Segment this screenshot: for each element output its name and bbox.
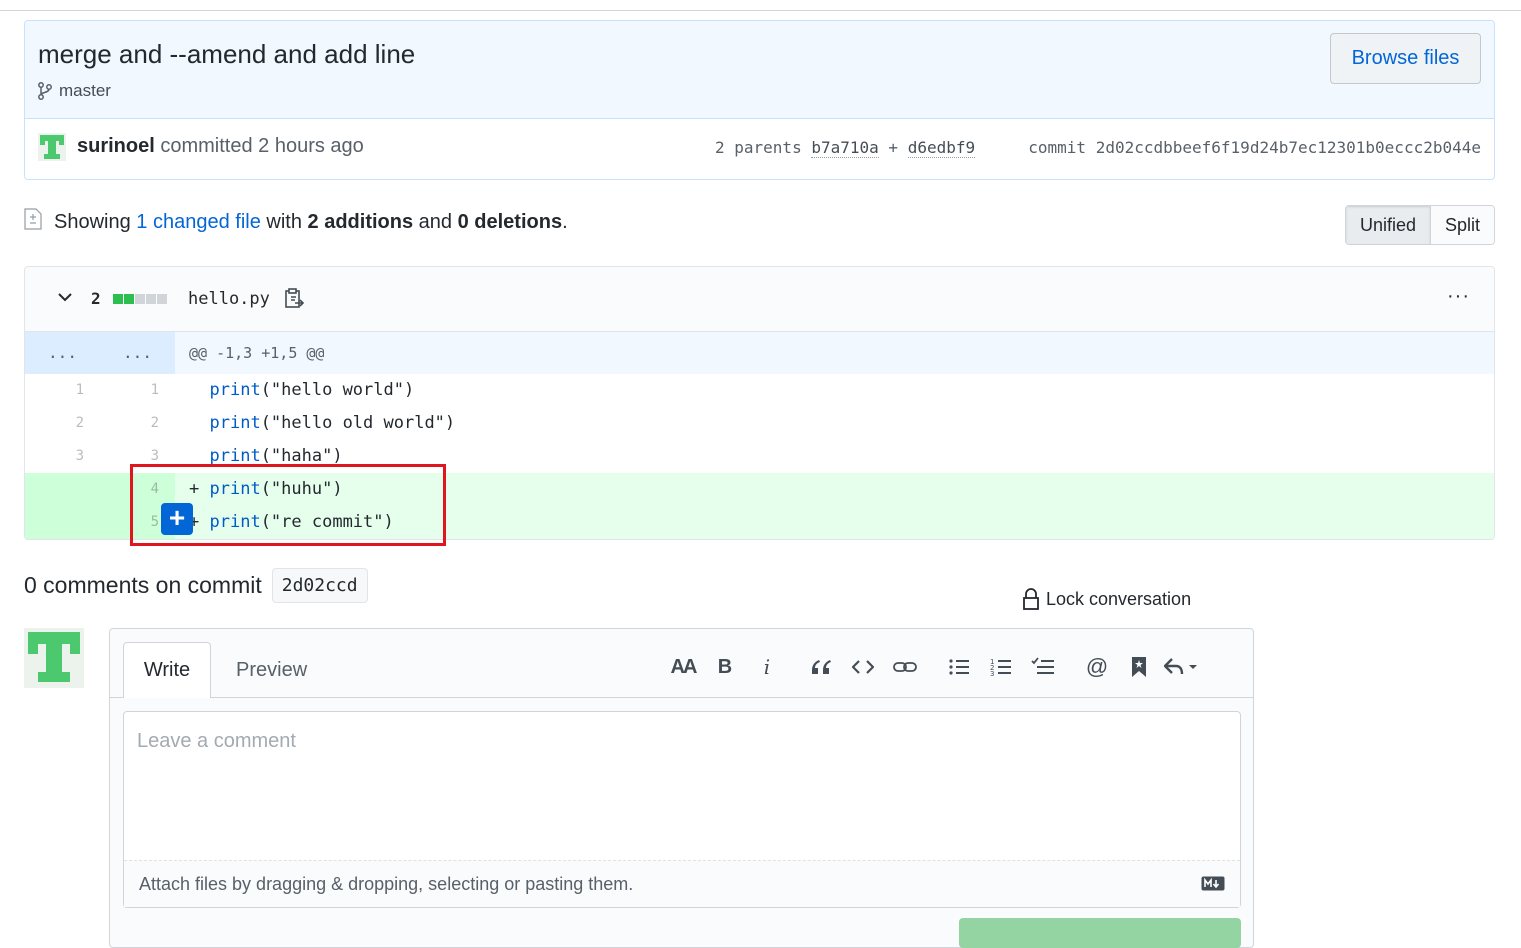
- file-change-count: 2: [91, 289, 101, 308]
- code-fn: print: [209, 446, 261, 466]
- parent-sha-1[interactable]: b7a710a: [811, 138, 879, 158]
- bold-icon[interactable]: B: [704, 649, 746, 685]
- additions-count: 2 additions: [307, 211, 414, 233]
- commit-sha-value: 2d02ccdbbeef6f19d24b7ec12301b0eccc2b044e: [1095, 138, 1481, 157]
- old-line-number[interactable]: 2: [25, 407, 100, 440]
- code-args: ("hello old world"): [260, 413, 456, 433]
- saved-reply-icon[interactable]: [1118, 649, 1160, 685]
- mention-icon[interactable]: @: [1076, 649, 1118, 685]
- old-line-number[interactable]: [25, 506, 100, 539]
- heading-icon[interactable]: AA: [662, 649, 704, 685]
- lock-conversation-label: Lock conversation: [1046, 588, 1192, 609]
- code-fn: print: [209, 380, 261, 400]
- parents-label: 2 parents: [715, 138, 802, 157]
- more-options-icon[interactable]: ···: [1447, 285, 1470, 308]
- comment-textarea-wrap: Attach files by dragging & dropping, sel…: [123, 711, 1241, 908]
- comment-editor: Write Preview AA B i 123 @ Leave a comme…: [109, 628, 1254, 948]
- diffstat-bar: [113, 294, 167, 304]
- commit-meta: surinoel committed 2 hours ago 2 parents…: [25, 119, 1494, 179]
- committed-time: committed 2 hours ago: [160, 135, 364, 157]
- author-avatar[interactable]: [38, 133, 66, 161]
- branch-name: master: [59, 81, 111, 100]
- diff-line: 2 2 print("hello old world"): [25, 407, 1494, 440]
- author-line: surinoel committed 2 hours ago: [77, 135, 364, 158]
- comments-heading: 0 comments on commit 2d02ccd: [24, 568, 368, 603]
- diff-prefix: [189, 380, 199, 400]
- lock-conversation-button[interactable]: Lock conversation: [1022, 588, 1191, 610]
- old-line-number[interactable]: [25, 473, 100, 506]
- tab-preview[interactable]: Preview: [236, 642, 307, 698]
- commit-short-sha: 2d02ccd: [271, 568, 368, 603]
- comments-count-text: 0 comments on commit: [24, 572, 262, 598]
- tab-write[interactable]: Write: [123, 642, 211, 698]
- commit-header: merge and --amend and add line master Br…: [24, 20, 1495, 180]
- code-icon[interactable]: [842, 649, 884, 685]
- new-line-number[interactable]: 2: [100, 407, 175, 440]
- commit-sha: commit 2d02ccdbbeef6f19d24b7ec12301b0ecc…: [1028, 138, 1481, 157]
- attach-files-text: Attach files by dragging & dropping, sel…: [139, 874, 634, 894]
- old-line-number[interactable]: 1: [25, 374, 100, 407]
- code-args: ("hello world"): [260, 380, 415, 400]
- old-line-number[interactable]: 3: [25, 440, 100, 473]
- clipboard-icon[interactable]: [283, 287, 305, 309]
- hunk-expand-left[interactable]: ...: [25, 332, 100, 374]
- browse-files-button[interactable]: Browse files: [1330, 33, 1481, 84]
- git-branch-icon: [38, 82, 52, 100]
- deletions-count: 0 deletions: [457, 211, 563, 233]
- diff-prefix: [189, 413, 199, 433]
- comment-textarea[interactable]: [124, 712, 1240, 860]
- diff-view-toggle: Unified Split: [1344, 205, 1495, 245]
- markdown-icon[interactable]: [1201, 876, 1225, 891]
- summary-and: and: [418, 211, 453, 233]
- italic-icon[interactable]: i: [746, 649, 788, 685]
- changed-files-link[interactable]: 1 changed file: [136, 211, 261, 233]
- diff-summary: Showing 1 changed file with 2 additions …: [24, 205, 1495, 245]
- file-name[interactable]: hello.py: [188, 289, 270, 309]
- comment-submit-button[interactable]: [959, 918, 1241, 948]
- numbered-list-icon[interactable]: 123: [980, 649, 1022, 685]
- annotation-highlight-box: [130, 464, 446, 546]
- file-diff-icon: [24, 208, 42, 230]
- svg-text:3: 3: [990, 670, 994, 677]
- summary-period: .: [562, 211, 568, 233]
- diff-code: print("hello old world"): [189, 407, 456, 440]
- user-avatar[interactable]: [24, 628, 84, 688]
- file-header: 2 hello.py ···: [25, 267, 1494, 332]
- reply-icon[interactable]: [1160, 649, 1202, 685]
- chevron-down-icon[interactable]: [57, 289, 73, 305]
- task-list-icon[interactable]: [1022, 649, 1064, 685]
- code-fn: print: [209, 413, 261, 433]
- commit-title-area: merge and --amend and add line master Br…: [25, 21, 1494, 119]
- top-divider: [0, 10, 1521, 11]
- markdown-toolbar: AA B i 123 @: [662, 649, 1202, 685]
- new-line-number[interactable]: 1: [100, 374, 175, 407]
- diff-code: print("hello world"): [189, 374, 415, 407]
- hunk-expand-right[interactable]: ...: [100, 332, 175, 374]
- diff-prefix: [189, 446, 199, 466]
- split-button[interactable]: Split: [1430, 206, 1494, 244]
- quote-icon[interactable]: [800, 649, 842, 685]
- hunk-header-row: ... ... @@ -1,3 +1,5 @@: [25, 332, 1494, 374]
- lock-icon: [1023, 588, 1039, 610]
- tab-divider: [110, 697, 1253, 698]
- summary-showing: Showing: [54, 211, 131, 233]
- link-icon[interactable]: [884, 649, 926, 685]
- parent-plus: +: [888, 138, 899, 157]
- diff-line: 1 1 print("hello world"): [25, 374, 1494, 407]
- author-name[interactable]: surinoel: [77, 135, 155, 157]
- commit-label: commit: [1028, 138, 1087, 157]
- commit-title: merge and --amend and add line: [38, 39, 416, 69]
- unified-button[interactable]: Unified: [1345, 206, 1431, 244]
- attach-files-bar[interactable]: Attach files by dragging & dropping, sel…: [124, 860, 1240, 907]
- bulleted-list-icon[interactable]: [938, 649, 980, 685]
- parents-info: 2 parents b7a710a + d6edbf9: [715, 138, 976, 158]
- hunk-header: @@ -1,3 +1,5 @@: [189, 344, 325, 362]
- code-args: ("haha"): [260, 446, 343, 466]
- branch-label[interactable]: master: [37, 81, 111, 101]
- summary-with: with: [266, 211, 302, 233]
- parent-sha-2[interactable]: d6edbf9: [907, 138, 976, 158]
- summary-text: Showing 1 changed file with 2 additions …: [54, 211, 568, 234]
